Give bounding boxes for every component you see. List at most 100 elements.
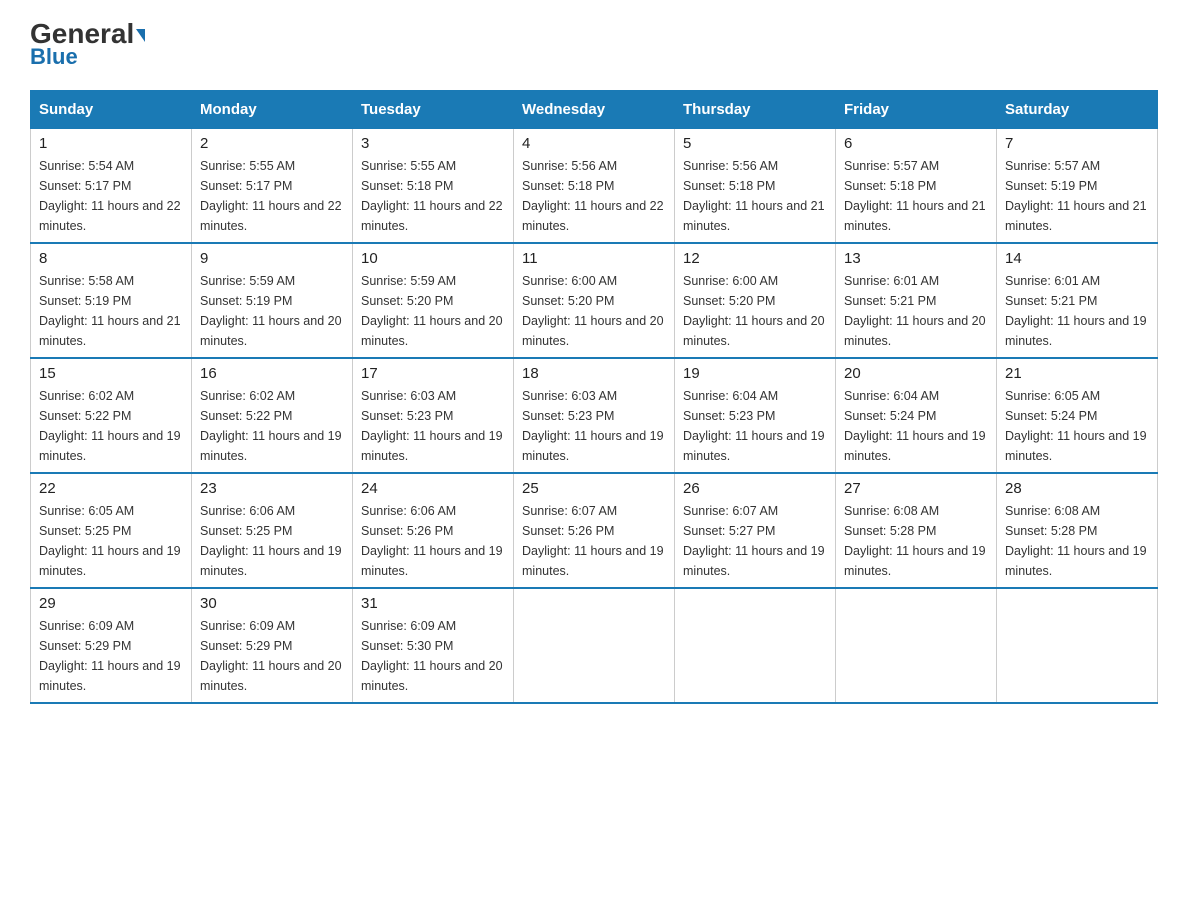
calendar-cell: 11 Sunrise: 6:00 AMSunset: 5:20 PMDayligh… (514, 243, 675, 358)
day-number: 16 (200, 365, 344, 382)
day-number: 28 (1005, 480, 1149, 497)
calendar-cell: 9 Sunrise: 5:59 AMSunset: 5:19 PMDaylight… (192, 243, 353, 358)
calendar-week-row: 22 Sunrise: 6:05 AMSunset: 5:25 PMDayligh… (31, 473, 1158, 588)
header-day-tuesday: Tuesday (353, 91, 514, 129)
day-info: Sunrise: 5:58 AMSunset: 5:19 PMDaylight:… (39, 271, 183, 351)
day-info: Sunrise: 5:55 AMSunset: 5:17 PMDaylight:… (200, 156, 344, 236)
calendar-cell: 25 Sunrise: 6:07 AMSunset: 5:26 PMDayligh… (514, 473, 675, 588)
day-info: Sunrise: 6:00 AMSunset: 5:20 PMDaylight:… (683, 271, 827, 351)
calendar-cell: 12 Sunrise: 6:00 AMSunset: 5:20 PMDayligh… (675, 243, 836, 358)
day-number: 5 (683, 135, 827, 152)
day-info: Sunrise: 6:01 AMSunset: 5:21 PMDaylight:… (1005, 271, 1149, 351)
day-info: Sunrise: 5:56 AMSunset: 5:18 PMDaylight:… (522, 156, 666, 236)
calendar-cell: 3 Sunrise: 5:55 AMSunset: 5:18 PMDaylight… (353, 129, 514, 244)
calendar-cell: 22 Sunrise: 6:05 AMSunset: 5:25 PMDayligh… (31, 473, 192, 588)
day-info: Sunrise: 6:04 AMSunset: 5:24 PMDaylight:… (844, 386, 988, 466)
day-number: 22 (39, 480, 183, 497)
page-header: General Blue (30, 20, 1158, 70)
calendar-cell: 2 Sunrise: 5:55 AMSunset: 5:17 PMDaylight… (192, 129, 353, 244)
day-info: Sunrise: 6:07 AMSunset: 5:26 PMDaylight:… (522, 501, 666, 581)
calendar-cell: 28 Sunrise: 6:08 AMSunset: 5:28 PMDayligh… (997, 473, 1158, 588)
calendar-cell: 14 Sunrise: 6:01 AMSunset: 5:21 PMDayligh… (997, 243, 1158, 358)
calendar-cell: 19 Sunrise: 6:04 AMSunset: 5:23 PMDayligh… (675, 358, 836, 473)
calendar-cell: 10Sunrise: 5:59 AMSunset: 5:20 PMDayligh… (353, 243, 514, 358)
calendar-cell: 17 Sunrise: 6:03 AMSunset: 5:23 PMDayligh… (353, 358, 514, 473)
day-number: 9 (200, 250, 344, 267)
day-number: 17 (361, 365, 505, 382)
day-number: 14 (1005, 250, 1149, 267)
day-info: Sunrise: 6:06 AMSunset: 5:25 PMDaylight:… (200, 501, 344, 581)
day-number: 13 (844, 250, 988, 267)
header-day-sunday: Sunday (31, 91, 192, 129)
header-day-saturday: Saturday (997, 91, 1158, 129)
day-info: Sunrise: 6:03 AMSunset: 5:23 PMDaylight:… (361, 386, 505, 466)
day-number: 26 (683, 480, 827, 497)
calendar-week-row: 8Sunrise: 5:58 AMSunset: 5:19 PMDaylight… (31, 243, 1158, 358)
calendar-cell: 27 Sunrise: 6:08 AMSunset: 5:28 PMDayligh… (836, 473, 997, 588)
calendar-cell: 31Sunrise: 6:09 AMSunset: 5:30 PMDayligh… (353, 588, 514, 703)
calendar-week-row: 1 Sunrise: 5:54 AMSunset: 5:17 PMDaylight… (31, 129, 1158, 244)
calendar-cell (514, 588, 675, 703)
day-number: 23 (200, 480, 344, 497)
calendar-table: SundayMondayTuesdayWednesdayThursdayFrid… (30, 90, 1158, 704)
day-info: Sunrise: 6:09 AMSunset: 5:29 PMDaylight:… (200, 616, 344, 696)
calendar-cell: 21 Sunrise: 6:05 AMSunset: 5:24 PMDayligh… (997, 358, 1158, 473)
day-number: 15 (39, 365, 183, 382)
day-info: Sunrise: 6:07 AMSunset: 5:27 PMDaylight:… (683, 501, 827, 581)
day-info: Sunrise: 6:09 AMSunset: 5:30 PMDaylight:… (361, 616, 505, 696)
day-number: 30 (200, 595, 344, 612)
day-info: Sunrise: 6:05 AMSunset: 5:24 PMDaylight:… (1005, 386, 1149, 466)
header-day-monday: Monday (192, 91, 353, 129)
day-info: Sunrise: 6:09 AMSunset: 5:29 PMDaylight:… (39, 616, 183, 696)
day-number: 18 (522, 365, 666, 382)
calendar-cell: 15 Sunrise: 6:02 AMSunset: 5:22 PMDayligh… (31, 358, 192, 473)
header-day-friday: Friday (836, 91, 997, 129)
day-number: 20 (844, 365, 988, 382)
day-info: Sunrise: 6:08 AMSunset: 5:28 PMDaylight:… (1005, 501, 1149, 581)
day-info: Sunrise: 5:57 AMSunset: 5:18 PMDaylight:… (844, 156, 988, 236)
day-info: Sunrise: 6:08 AMSunset: 5:28 PMDaylight:… (844, 501, 988, 581)
day-info: Sunrise: 5:55 AMSunset: 5:18 PMDaylight:… (361, 156, 505, 236)
day-number: 21 (1005, 365, 1149, 382)
calendar-cell: 13 Sunrise: 6:01 AMSunset: 5:21 PMDayligh… (836, 243, 997, 358)
day-info: Sunrise: 6:03 AMSunset: 5:23 PMDaylight:… (522, 386, 666, 466)
day-info: Sunrise: 6:06 AMSunset: 5:26 PMDaylight:… (361, 501, 505, 581)
calendar-cell (675, 588, 836, 703)
day-info: Sunrise: 5:54 AMSunset: 5:17 PMDaylight:… (39, 156, 183, 236)
day-number: 3 (361, 135, 505, 152)
calendar-cell: 7Sunrise: 5:57 AMSunset: 5:19 PMDaylight… (997, 129, 1158, 244)
day-number: 1 (39, 135, 183, 152)
day-number: 19 (683, 365, 827, 382)
day-info: Sunrise: 6:04 AMSunset: 5:23 PMDaylight:… (683, 386, 827, 466)
day-number: 11 (522, 250, 666, 267)
calendar-header-row: SundayMondayTuesdayWednesdayThursdayFrid… (31, 91, 1158, 129)
day-info: Sunrise: 5:56 AMSunset: 5:18 PMDaylight:… (683, 156, 827, 236)
day-info: Sunrise: 6:02 AMSunset: 5:22 PMDaylight:… (200, 386, 344, 466)
calendar-cell: 26 Sunrise: 6:07 AMSunset: 5:27 PMDayligh… (675, 473, 836, 588)
day-info: Sunrise: 6:00 AMSunset: 5:20 PMDaylight:… (522, 271, 666, 351)
day-number: 7 (1005, 135, 1149, 152)
calendar-cell: 16 Sunrise: 6:02 AMSunset: 5:22 PMDayligh… (192, 358, 353, 473)
day-info: Sunrise: 6:02 AMSunset: 5:22 PMDaylight:… (39, 386, 183, 466)
calendar-cell: 4 Sunrise: 5:56 AMSunset: 5:18 PMDaylight… (514, 129, 675, 244)
logo-blue: Blue (30, 44, 78, 70)
day-number: 4 (522, 135, 666, 152)
day-number: 25 (522, 480, 666, 497)
day-number: 24 (361, 480, 505, 497)
calendar-cell: 8Sunrise: 5:58 AMSunset: 5:19 PMDaylight… (31, 243, 192, 358)
day-number: 10 (361, 250, 505, 267)
calendar-cell (997, 588, 1158, 703)
calendar-cell: 29 Sunrise: 6:09 AMSunset: 5:29 PMDayligh… (31, 588, 192, 703)
day-number: 2 (200, 135, 344, 152)
calendar-cell: 6Sunrise: 5:57 AMSunset: 5:18 PMDaylight… (836, 129, 997, 244)
logo: General Blue (30, 20, 145, 70)
header-day-wednesday: Wednesday (514, 91, 675, 129)
calendar-cell: 23 Sunrise: 6:06 AMSunset: 5:25 PMDayligh… (192, 473, 353, 588)
day-info: Sunrise: 5:59 AMSunset: 5:19 PMDaylight:… (200, 271, 344, 351)
day-info: Sunrise: 6:05 AMSunset: 5:25 PMDaylight:… (39, 501, 183, 581)
day-number: 12 (683, 250, 827, 267)
day-number: 29 (39, 595, 183, 612)
day-info: Sunrise: 6:01 AMSunset: 5:21 PMDaylight:… (844, 271, 988, 351)
calendar-cell: 20 Sunrise: 6:04 AMSunset: 5:24 PMDayligh… (836, 358, 997, 473)
day-number: 27 (844, 480, 988, 497)
